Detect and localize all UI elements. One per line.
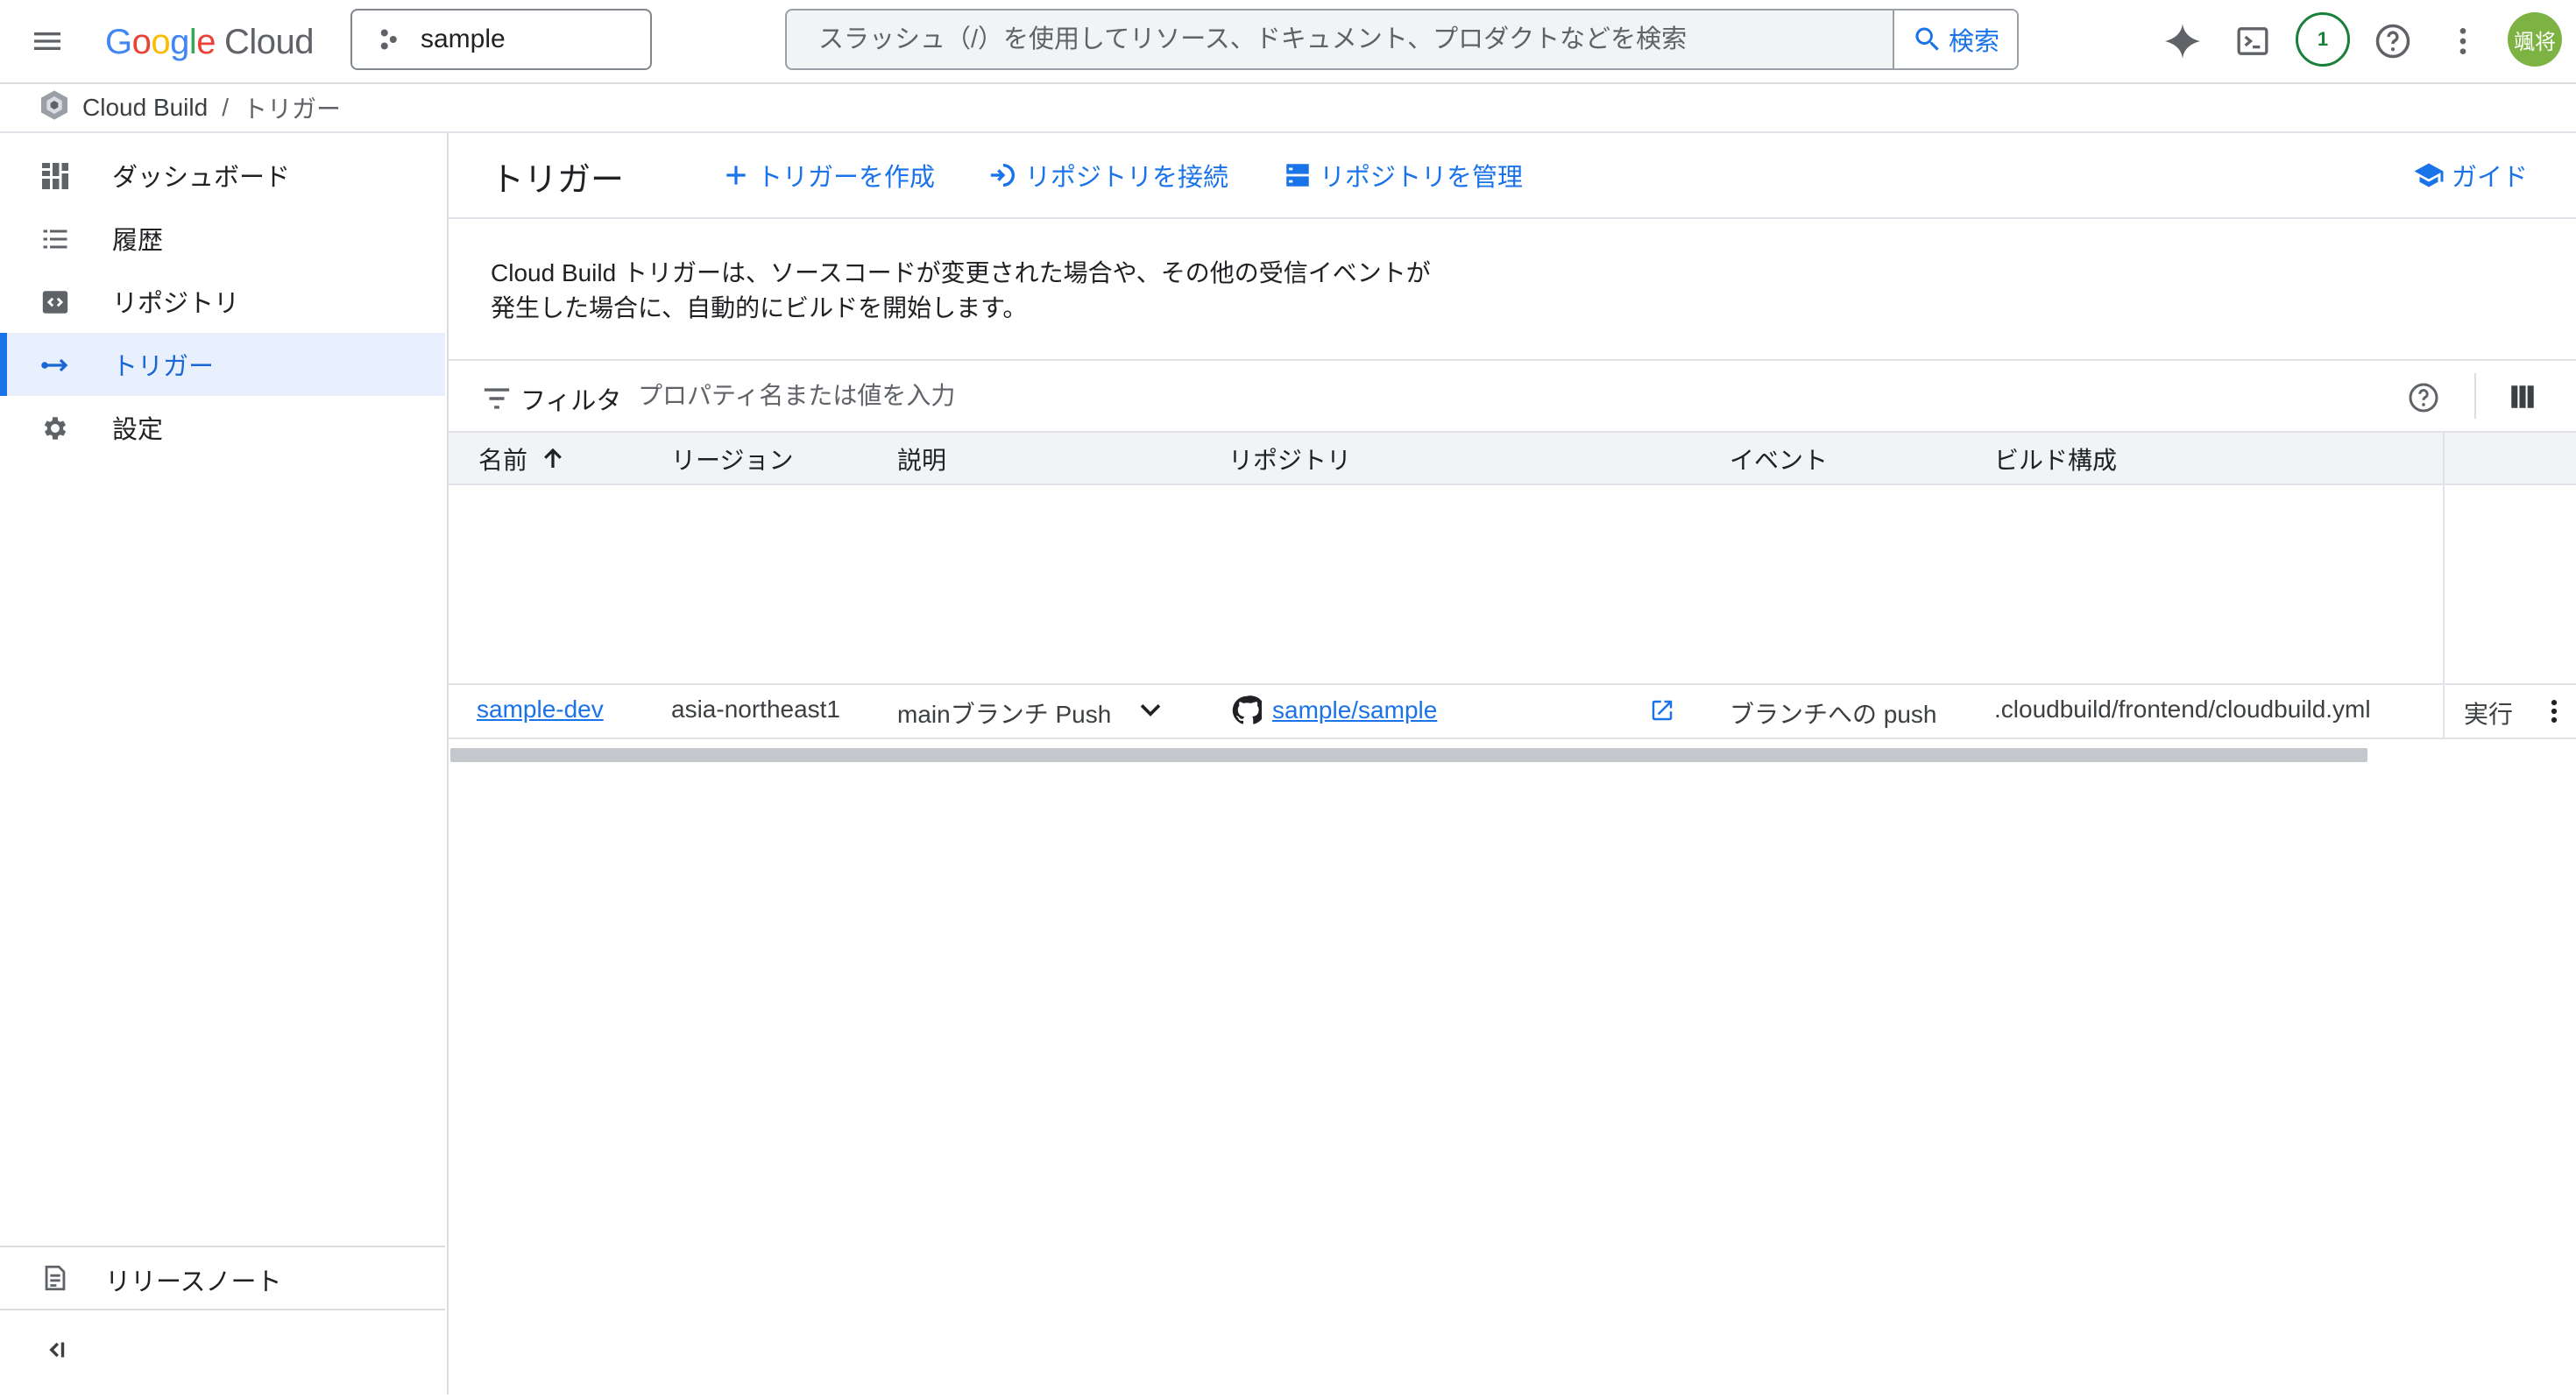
project-name: sample bbox=[421, 25, 506, 53]
column-header-description[interactable]: 説明 bbox=[897, 441, 946, 477]
search-box: 検索 bbox=[785, 9, 2019, 70]
chevron-down-icon bbox=[1140, 704, 1161, 717]
expand-description-button[interactable] bbox=[1136, 695, 1165, 725]
table-help-icon[interactable] bbox=[2408, 382, 2439, 418]
sidebar-item-repositories[interactable]: リポジトリ bbox=[0, 270, 445, 333]
page-header: トリガー トリガーを作成 リポジトリを接続 リポジトリを管理 ガイド bbox=[449, 133, 2576, 219]
terminal-icon bbox=[2237, 27, 2268, 55]
page-description: Cloud Build トリガーは、ソースコードが変更された場合や、その他の受信… bbox=[491, 259, 1431, 321]
run-trigger-button[interactable]: 実行 bbox=[2464, 695, 2513, 731]
filter-label: フィルタ bbox=[520, 387, 622, 415]
filter-divider bbox=[2474, 373, 2476, 419]
open-in-new-icon bbox=[1652, 700, 1673, 721]
connect-icon bbox=[990, 163, 1015, 187]
trigger-arrow-icon bbox=[39, 349, 72, 382]
trigger-event: ブランチへの push bbox=[1730, 701, 1937, 728]
column-header-repository[interactable]: リポジトリ bbox=[1228, 441, 1351, 477]
cloud-shell-button[interactable] bbox=[2233, 21, 2273, 61]
plus-icon bbox=[726, 166, 746, 185]
sticky-column-divider bbox=[2443, 433, 2445, 484]
project-icon bbox=[380, 29, 397, 50]
gear-icon bbox=[39, 412, 72, 445]
cloud-build-icon bbox=[37, 88, 72, 129]
collapse-sidebar-button[interactable] bbox=[0, 1309, 445, 1398]
sidebar-item-history[interactable]: 履歴 bbox=[0, 207, 445, 270]
breadcrumb: Cloud Build / トリガー bbox=[0, 84, 2576, 133]
more-vert-icon bbox=[2459, 28, 2466, 54]
column-header-build-config[interactable]: ビルド構成 bbox=[1994, 441, 2117, 477]
sidebar-item-settings[interactable]: 設定 bbox=[0, 396, 445, 459]
trigger-build-config: .cloudbuild/frontend/cloudbuild.yml bbox=[1994, 695, 2371, 723]
row-actions-menu[interactable] bbox=[2539, 695, 2569, 727]
school-icon bbox=[2414, 163, 2444, 187]
hamburger-icon bbox=[34, 32, 60, 50]
open-repository-external[interactable] bbox=[1649, 697, 1675, 724]
google-cloud-logo[interactable]: Google Cloud bbox=[105, 18, 315, 67]
create-trigger-button[interactable]: トリガーを作成 bbox=[722, 156, 935, 194]
search-icon bbox=[1915, 27, 1939, 51]
breadcrumb-separator: / bbox=[222, 94, 229, 121]
trigger-name-link[interactable]: sample-dev bbox=[477, 695, 604, 724]
release-notes-icon bbox=[40, 1263, 70, 1297]
sparkle-icon bbox=[2164, 23, 2201, 60]
sort-ascending-icon bbox=[544, 448, 562, 468]
notifications-badge[interactable]: 1 bbox=[2296, 12, 2350, 67]
main-menu-button[interactable] bbox=[30, 24, 65, 59]
gemini-button[interactable] bbox=[2162, 21, 2203, 61]
filter-bar: フィルタ bbox=[449, 359, 2576, 433]
filter-input[interactable] bbox=[638, 375, 1777, 417]
breadcrumb-current: トリガー bbox=[242, 95, 341, 123]
column-header-event[interactable]: イベント bbox=[1730, 441, 1828, 477]
sidebar-item-triggers[interactable]: トリガー bbox=[0, 333, 445, 396]
trigger-description: mainブランチ Push bbox=[897, 701, 1112, 728]
page-title: トリガー bbox=[491, 162, 625, 199]
manage-repositories-button[interactable]: リポジトリを管理 bbox=[1283, 156, 1523, 194]
trigger-repository[interactable]: sample/sample bbox=[1232, 695, 1437, 725]
search-button[interactable]: 検索 bbox=[1893, 11, 2017, 68]
collapse-icon bbox=[40, 1335, 70, 1369]
sidebar: ダッシュボード 履歴 リポジトリ トリガー 設定 リリースノート bbox=[0, 133, 449, 1394]
sticky-column-divider bbox=[2443, 482, 2445, 683]
top-bar: Google Cloud sample 検索 1 颯将 bbox=[0, 0, 2576, 84]
search-input[interactable] bbox=[818, 11, 1782, 68]
column-display-icon[interactable] bbox=[2509, 382, 2536, 416]
filter-icon bbox=[482, 385, 512, 416]
breadcrumb-product[interactable]: Cloud Build bbox=[82, 94, 208, 122]
list-icon bbox=[39, 222, 72, 256]
avatar[interactable]: 颯将 bbox=[2508, 12, 2562, 67]
table-header: 名前 リージョン 説明 リポジトリ イベント ビルド構成 bbox=[449, 431, 2576, 485]
connect-repository-button[interactable]: リポジトリを接続 bbox=[988, 156, 1228, 194]
trigger-region: asia-northeast1 bbox=[671, 695, 841, 723]
more-vert-icon bbox=[2551, 699, 2558, 724]
storage-icon bbox=[1286, 164, 1309, 187]
project-selector[interactable]: sample bbox=[350, 9, 652, 70]
help-button[interactable] bbox=[2373, 21, 2413, 61]
code-icon bbox=[39, 286, 72, 319]
column-header-name[interactable]: 名前 bbox=[478, 441, 566, 477]
table-row: sample-dev asia-northeast1 mainブランチ Push… bbox=[449, 683, 2576, 739]
column-header-region[interactable]: リージョン bbox=[671, 441, 793, 477]
sticky-column-divider bbox=[2443, 685, 2445, 738]
main-content: トリガー トリガーを作成 リポジトリを接続 リポジトリを管理 ガイド Cloud… bbox=[449, 133, 2576, 1394]
horizontal-scrollbar[interactable] bbox=[450, 748, 2367, 762]
github-icon bbox=[1232, 695, 1262, 724]
more-options-button[interactable] bbox=[2443, 21, 2483, 61]
guide-button[interactable]: ガイド bbox=[2413, 156, 2528, 194]
help-icon bbox=[2375, 24, 2410, 59]
release-notes-link[interactable]: リリースノート bbox=[0, 1246, 445, 1309]
dashboard-icon bbox=[39, 159, 72, 193]
sidebar-item-dashboard[interactable]: ダッシュボード bbox=[0, 144, 445, 207]
